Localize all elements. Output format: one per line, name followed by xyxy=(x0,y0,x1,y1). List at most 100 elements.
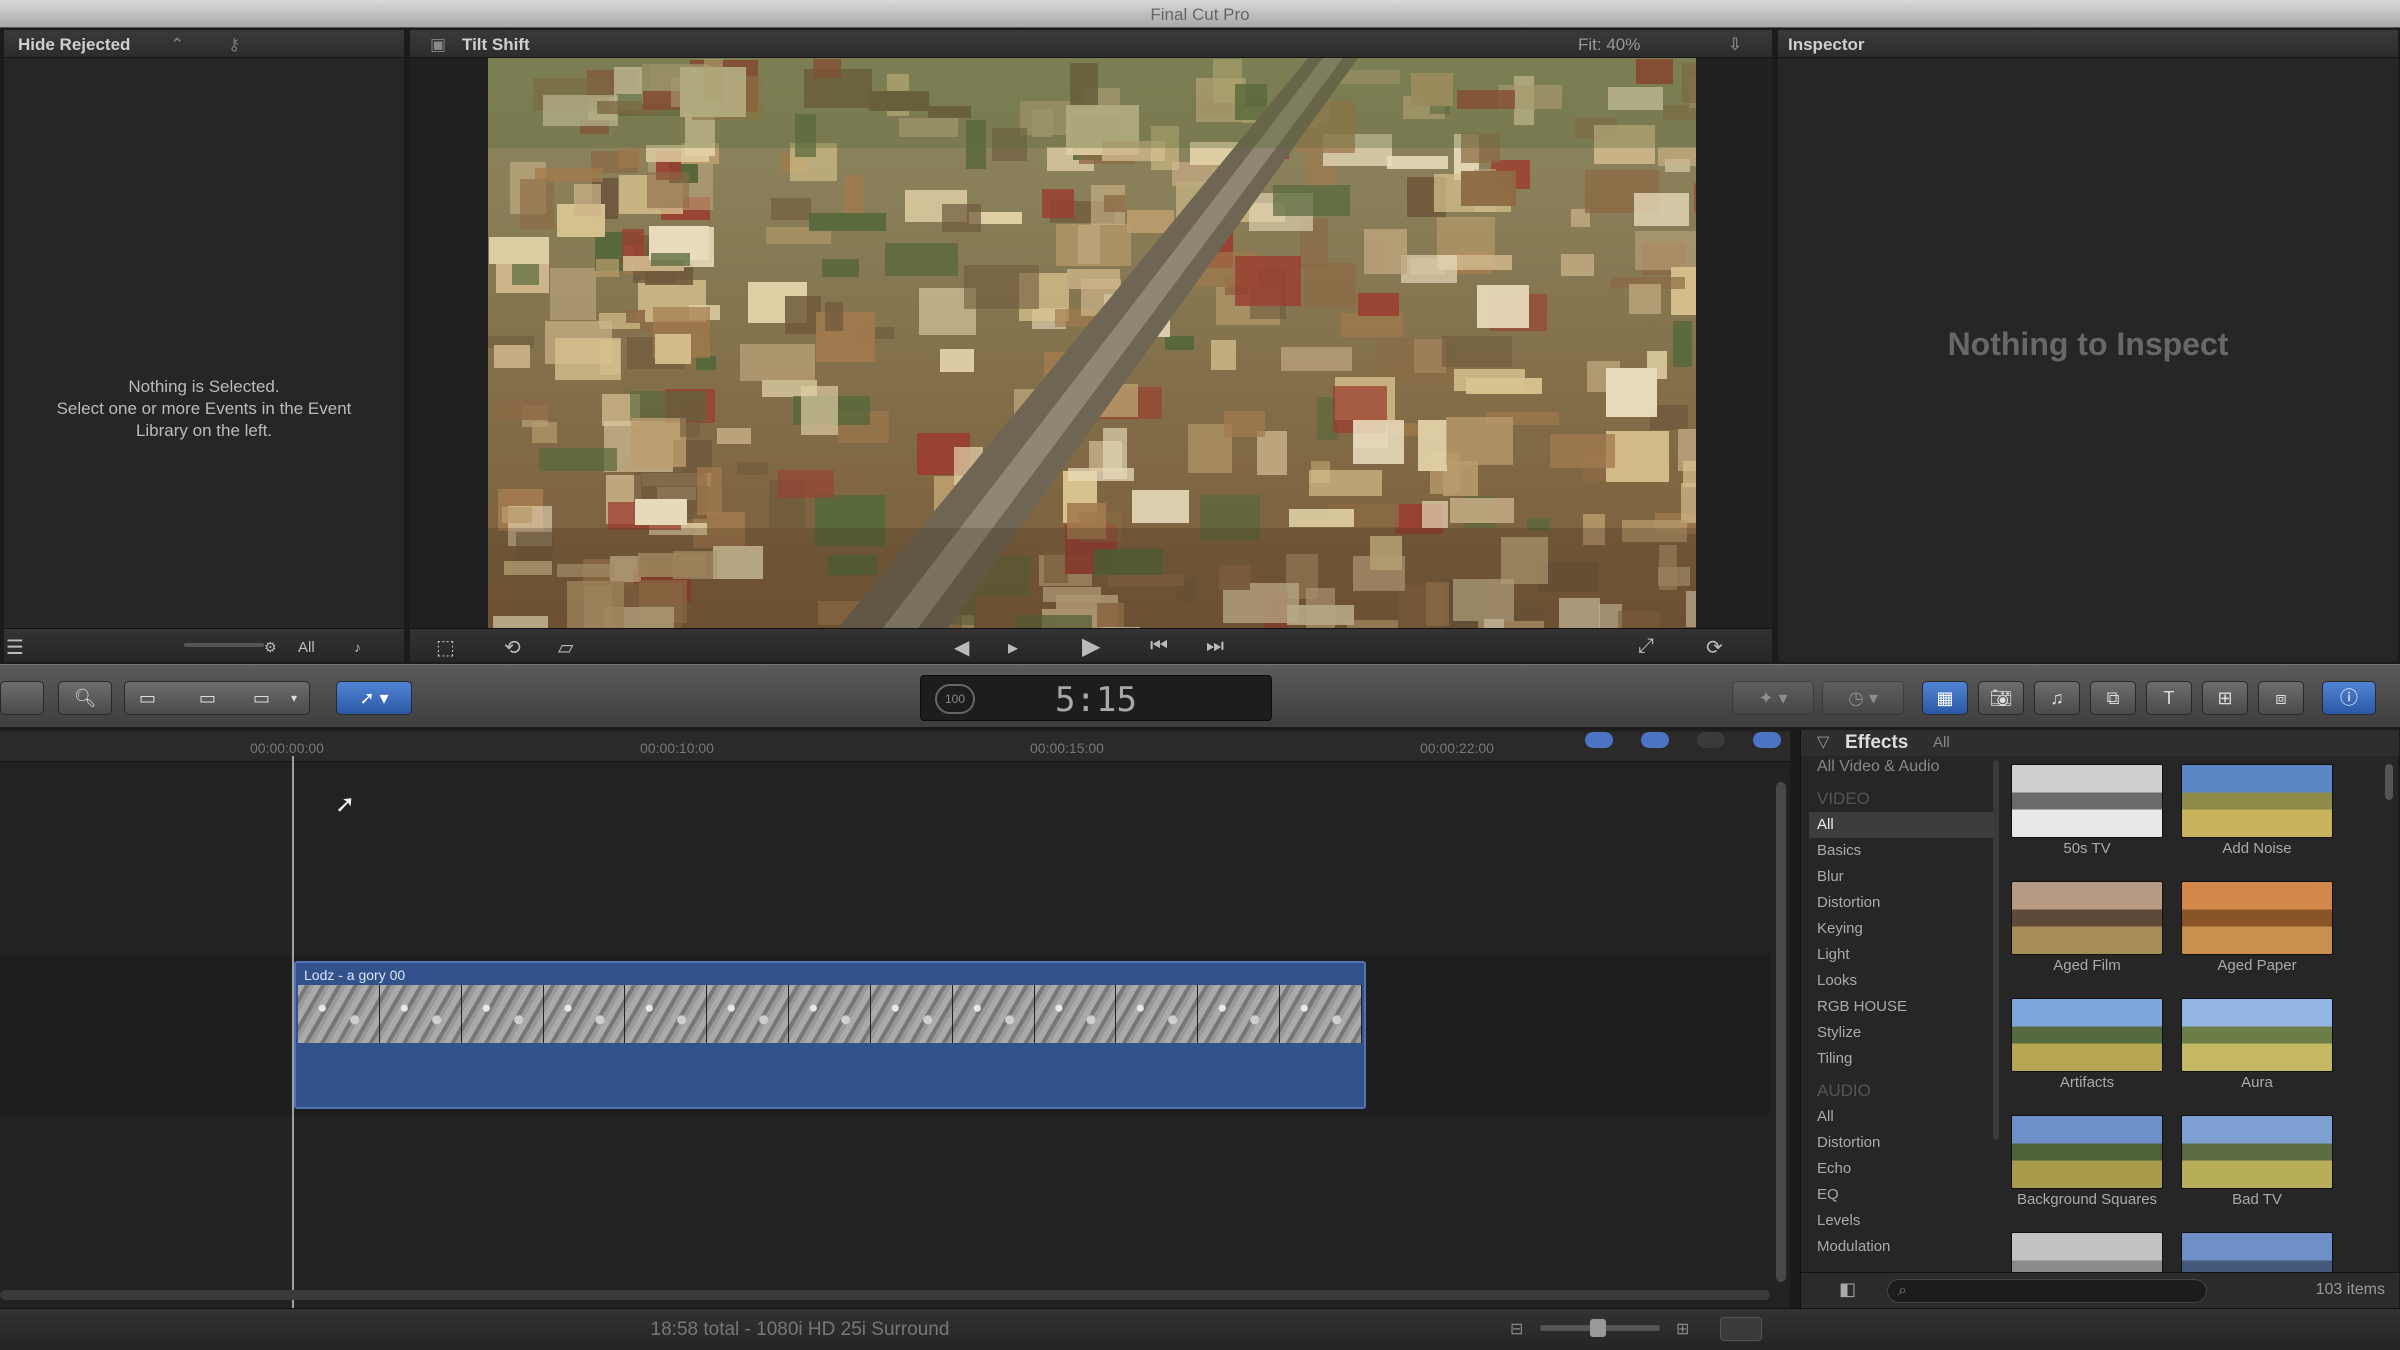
filmstrip-frame xyxy=(543,985,626,1043)
audio-skimming-toggle[interactable] xyxy=(1641,732,1669,748)
music-browser-button[interactable]: ♫ xyxy=(2034,681,2080,715)
effect-thumbnail-item[interactable]: 50s TV xyxy=(2011,764,2163,858)
timeline-vertical-scrollbar[interactable] xyxy=(1776,782,1786,1282)
effects-category-item[interactable]: RGB HOUSE xyxy=(1809,994,1999,1020)
effect-label: Aged Paper xyxy=(2217,957,2297,974)
category-all-video-audio[interactable]: All Video & Audio xyxy=(1809,754,1999,780)
previous-frame-icon[interactable]: ▸ xyxy=(1008,635,1018,660)
effects-browser-button[interactable]: ▦ xyxy=(1922,681,1968,715)
effects-scrollbar[interactable] xyxy=(2385,764,2393,800)
building xyxy=(489,237,549,264)
transform-icon[interactable]: ⬚ xyxy=(436,635,455,660)
effects-category-item[interactable]: Keying xyxy=(1809,916,1999,942)
sidebar-toggle-icon[interactable]: ◧ xyxy=(1839,1279,1856,1300)
insert-clip-icon[interactable]: ▭ xyxy=(199,682,216,714)
inspector-button[interactable]: ⓘ xyxy=(2322,681,2376,715)
effects-category-item[interactable]: Light xyxy=(1809,942,1999,968)
list-view-icon[interactable]: ☰ xyxy=(6,635,24,660)
effect-preview-image xyxy=(2181,998,2333,1072)
volume-icon[interactable]: ♪ xyxy=(354,639,361,655)
effect-thumbnail-item[interactable]: Aged Paper xyxy=(2181,881,2333,975)
disclosure-triangle-icon[interactable]: ▽ xyxy=(1817,732,1829,752)
snapping-toggle[interactable] xyxy=(1697,732,1725,748)
effects-category-item[interactable]: Blur xyxy=(1809,864,1999,890)
effects-category-item[interactable]: Basics xyxy=(1809,838,1999,864)
enhancements-button[interactable]: ✦ ▾ xyxy=(1732,681,1814,715)
hide-rejected-dropdown[interactable]: Hide Rejected xyxy=(18,35,130,55)
effects-category-item[interactable]: Distortion xyxy=(1809,1130,1999,1156)
zoom-dropdown[interactable]: Fit: 40% xyxy=(1578,35,1640,55)
effects-category-item[interactable]: All xyxy=(1809,812,1999,838)
category-scrollbar[interactable] xyxy=(1993,760,1999,1140)
filter-all[interactable]: All xyxy=(298,639,315,656)
building xyxy=(1104,195,1125,212)
building xyxy=(496,399,550,420)
effect-thumbnail-item[interactable]: Artifacts xyxy=(2011,998,2163,1092)
retime-button[interactable]: ◷ ▾ xyxy=(1822,681,1904,715)
play-icon[interactable]: ▶ xyxy=(1082,632,1100,661)
building xyxy=(680,403,700,437)
timeline[interactable]: 00:00:00:00 00:00:10:00 00:00:15:00 00:0… xyxy=(0,730,1790,1320)
select-tool-button[interactable]: ➚ ▾ xyxy=(336,681,412,715)
zoom-in-icon[interactable]: ⊞ xyxy=(1676,1319,1689,1339)
append-clip-icon[interactable]: ▭ xyxy=(253,682,270,714)
playhead[interactable] xyxy=(292,756,294,1316)
edit-chevron-down-icon[interactable]: ▾ xyxy=(291,682,297,714)
effects-category-item[interactable]: EQ xyxy=(1809,1182,1999,1208)
effects-category-item[interactable]: Levels xyxy=(1809,1208,1999,1234)
jump-start-icon[interactable]: ⏮ xyxy=(1150,635,1168,658)
distort-icon[interactable]: ▱ xyxy=(558,635,573,660)
effects-category-item[interactable]: Stylize xyxy=(1809,1020,1999,1046)
timeline-horizontal-scrollbar[interactable] xyxy=(0,1290,1770,1300)
effects-category-item[interactable]: All xyxy=(1809,1104,1999,1130)
import-button[interactable] xyxy=(0,681,44,715)
dropdown-chevron-icon[interactable]: ⌃ xyxy=(170,35,184,55)
photo-browser-button[interactable]: 📷︎ xyxy=(1978,681,2024,715)
zoom-out-icon[interactable]: ⊟ xyxy=(1510,1319,1523,1339)
building xyxy=(737,462,768,475)
effect-thumbnail-item[interactable]: Bad TV xyxy=(2181,1115,2333,1209)
effect-thumbnail-item[interactable]: Add Noise xyxy=(2181,764,2333,858)
building xyxy=(1634,193,1689,226)
fullscreen-icon[interactable]: ⤢ xyxy=(1638,635,1654,658)
viewer-header: ▣ Tilt Shift Fit: 40% ⇩ xyxy=(410,30,1772,58)
previous-edit-icon[interactable]: ◀ xyxy=(954,635,969,660)
crop-icon[interactable]: ⟲ xyxy=(504,635,521,660)
film-icon: ▣ xyxy=(430,35,447,54)
timecode-value: 5:15 xyxy=(1055,680,1137,720)
timeline-clip[interactable]: Lodz - a gory 00 xyxy=(294,961,1366,1109)
dashboard-timecode[interactable]: 100 5:15 xyxy=(920,675,1272,721)
effects-category-item[interactable]: Tiling xyxy=(1809,1046,1999,1072)
connect-clip-icon[interactable]: ▭ xyxy=(139,682,156,714)
zoom-slider-knob[interactable] xyxy=(1590,1319,1606,1337)
building xyxy=(1078,225,1100,264)
clip-appearance-button[interactable] xyxy=(1720,1317,1762,1341)
final-cut-pro-window: Final Cut Pro Hide Rejected ⌃ ⚷ Nothing … xyxy=(0,0,2400,1350)
settings-icon[interactable]: ⚙ xyxy=(264,639,277,656)
effect-thumbnail-item[interactable]: Aged Film xyxy=(2011,881,2163,975)
effects-category-item[interactable]: Echo xyxy=(1809,1156,1999,1182)
main-toolbar: 🔍︎ ▭ ▭ ▭ ▾ ➚ ▾ 100 5:15 ✦ ▾ ◷ ▾ ▦ 📷︎ ♫ ⧉… xyxy=(0,664,2400,728)
effects-search-field[interactable]: ⌕ xyxy=(1887,1279,2207,1303)
switch-icon[interactable]: ⇩ xyxy=(1728,35,1742,55)
effects-category-item[interactable]: Modulation xyxy=(1809,1234,1999,1260)
key-icon[interactable]: ⚷ xyxy=(228,35,240,55)
transitions-browser-button[interactable]: ⧉ xyxy=(2090,681,2136,715)
generators-browser-button[interactable]: ⊞ xyxy=(2202,681,2248,715)
timeline-ruler[interactable]: 00:00:00:00 00:00:10:00 00:00:15:00 00:0… xyxy=(0,732,1790,762)
keyword-search-button[interactable]: 🔍︎ xyxy=(58,681,112,715)
building xyxy=(1671,267,1696,315)
effect-thumbnail-item[interactable]: Aura xyxy=(2181,998,2333,1092)
clip-filmstrip xyxy=(298,985,1362,1043)
titles-browser-button[interactable]: T xyxy=(2146,681,2192,715)
jump-end-icon[interactable]: ⏭ xyxy=(1206,635,1224,658)
effect-thumbnail-item[interactable]: Background Squares xyxy=(2011,1115,2163,1209)
loop-icon[interactable]: ⟳ xyxy=(1706,635,1723,660)
effects-category-item[interactable]: Distortion xyxy=(1809,890,1999,916)
effects-category-item[interactable]: Looks xyxy=(1809,968,1999,994)
clip-appearance-toggle[interactable] xyxy=(1585,732,1613,748)
clip-size-slider[interactable] xyxy=(184,643,264,647)
solo-toggle[interactable] xyxy=(1753,732,1781,748)
building xyxy=(655,334,691,364)
themes-browser-button[interactable]: ⧈ xyxy=(2258,681,2304,715)
